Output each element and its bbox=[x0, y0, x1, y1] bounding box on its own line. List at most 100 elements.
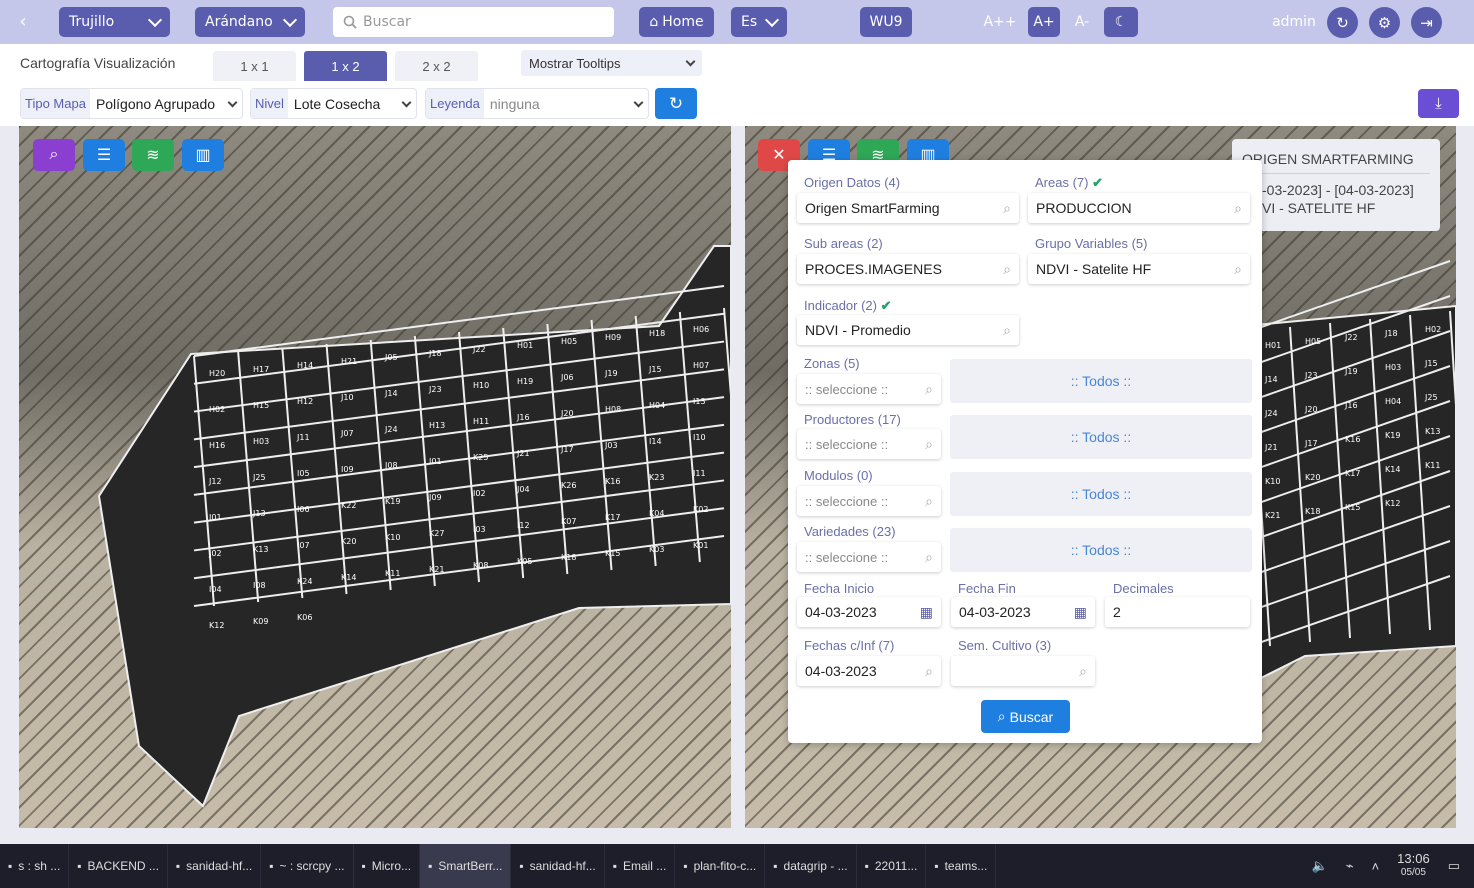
wu-badge[interactable]: WU9 bbox=[860, 7, 912, 37]
plot-label: K26 bbox=[561, 481, 576, 490]
tooltips-select[interactable]: Mostrar Tooltips bbox=[521, 50, 702, 76]
search-icon bbox=[343, 15, 357, 29]
search-icon: ⌕ bbox=[925, 548, 933, 565]
producers-input[interactable]: :: seleccione :: ⌕ bbox=[797, 429, 941, 459]
refresh-map-button[interactable]: ↻ bbox=[655, 88, 697, 119]
city-select[interactable]: Trujillo bbox=[59, 7, 170, 37]
origin-value: Origen SmartFarming bbox=[805, 200, 940, 216]
origin-label: Origen Datos (4) bbox=[804, 175, 901, 190]
dates-info-value: 04-03-2023 bbox=[805, 663, 877, 679]
start-date-input[interactable]: 04-03-2023 ▦ bbox=[797, 597, 941, 627]
variable-group-input[interactable]: NDVI - Satelite HF ⌕ bbox=[1028, 254, 1250, 284]
taskbar-item[interactable]: ▪ datagrip - ... bbox=[765, 844, 857, 888]
font-xl-label: A++ bbox=[983, 14, 1017, 30]
end-date-label: Fecha Fin bbox=[958, 581, 1016, 596]
plot-label: J11 bbox=[296, 433, 310, 442]
end-date-input[interactable]: 04-03-2023 ▦ bbox=[951, 597, 1095, 627]
dates-info-input[interactable]: 04-03-2023 ⌕ bbox=[797, 656, 941, 686]
back-button[interactable]: ‹ bbox=[8, 6, 38, 36]
taskbar-item[interactable]: ▪ teams... bbox=[926, 844, 997, 888]
legend-select[interactable]: Leyenda ninguna bbox=[425, 88, 649, 119]
font-size-xl-button[interactable]: A++ bbox=[982, 7, 1018, 37]
plot-label: J17 bbox=[560, 445, 574, 454]
zones-input[interactable]: :: seleccione :: ⌕ bbox=[797, 374, 941, 404]
theme-toggle-button[interactable]: ☾ bbox=[1104, 7, 1138, 37]
plot-label: J05 bbox=[384, 353, 398, 362]
clock[interactable]: 13:06 05/05 bbox=[1397, 852, 1430, 879]
origin-input[interactable]: Origen SmartFarming ⌕ bbox=[797, 193, 1019, 223]
map-left[interactable]: H20 H17 H14 H21 J05 J18 J22 H01 H05 H09 H18 H06 H02 H… bbox=[19, 126, 731, 828]
volume-icon[interactable]: 🔈 bbox=[1312, 858, 1328, 874]
app-icon: ▪ bbox=[864, 859, 869, 873]
map-chart-button[interactable]: ▥ bbox=[182, 139, 224, 171]
filter-panel: Origen Datos (4) Origen SmartFarming ⌕ Ar… bbox=[788, 160, 1262, 743]
taskbar-item[interactable]: ▪ BACKEND ... bbox=[69, 844, 168, 888]
font-size-down-button[interactable]: A- bbox=[1066, 7, 1098, 37]
map-search-button[interactable]: ⌕ bbox=[33, 139, 75, 171]
plot-label: K20 bbox=[341, 537, 356, 546]
language-select[interactable]: Es bbox=[731, 7, 787, 37]
map-layers-button[interactable]: ≋ bbox=[132, 139, 174, 171]
download-button[interactable]: ⤓ bbox=[1418, 89, 1459, 118]
font-size-up-button[interactable]: A+ bbox=[1028, 7, 1060, 37]
clock-date: 05/05 bbox=[1400, 867, 1426, 878]
download-icon: ⤓ bbox=[1435, 95, 1442, 112]
taskbar-item-label: 22011... bbox=[874, 859, 918, 873]
refresh-icon: ↻ bbox=[1336, 14, 1349, 32]
search-input[interactable]: Buscar bbox=[333, 7, 614, 37]
modules-all-button[interactable]: :: Todos :: bbox=[950, 472, 1252, 516]
taskbar-item[interactable]: ▪ plan-fito-c... bbox=[675, 844, 766, 888]
tab-1x1-label: 1 x 1 bbox=[240, 58, 269, 74]
app-icon: ▪ bbox=[683, 859, 688, 873]
plot-label: J02 bbox=[208, 549, 222, 558]
plot-label: H12 bbox=[297, 397, 313, 406]
taskbar-item[interactable]: ▪ sanidad-hf... bbox=[168, 844, 262, 888]
plot-label: J08 bbox=[384, 461, 398, 470]
plot-label: J06 bbox=[560, 373, 574, 382]
indicator-input[interactable]: NDVI - Promedio ⌕ bbox=[797, 315, 1019, 345]
taskbar-item[interactable]: ▪ sanidad-hf... bbox=[511, 844, 605, 888]
taskbar-item-label: datagrip - ... bbox=[783, 859, 848, 873]
map-type-select[interactable]: Tipo Mapa Polígono Agrupado bbox=[20, 88, 243, 119]
crop-week-input[interactable]: ⌕ bbox=[951, 656, 1095, 686]
areas-input[interactable]: PRODUCCION ⌕ bbox=[1028, 193, 1250, 223]
map-list-button[interactable]: ☰ bbox=[83, 139, 125, 171]
tab-2x2[interactable]: 2 x 2 bbox=[395, 51, 478, 81]
settings-button[interactable]: ⚙ bbox=[1369, 7, 1400, 38]
taskbar-item[interactable]: ▪ SmartBerr... bbox=[420, 844, 512, 888]
plot-label: J23 bbox=[428, 385, 442, 394]
taskbar-item[interactable]: ▪ Email ... bbox=[605, 844, 676, 888]
tab-1x2[interactable]: 1 x 2 bbox=[304, 51, 387, 81]
subareas-input[interactable]: PROCES.IMAGENES ⌕ bbox=[797, 254, 1019, 284]
chevron-down-icon bbox=[227, 97, 238, 107]
show-desktop-icon[interactable]: ▭ bbox=[1448, 858, 1460, 874]
map-type-label: Tipo Mapa bbox=[21, 89, 90, 118]
taskbar-item[interactable]: ▪ 22011... bbox=[857, 844, 927, 888]
wu-label: WU9 bbox=[869, 14, 903, 30]
zones-all-button[interactable]: :: Todos :: bbox=[950, 359, 1252, 403]
taskbar-item[interactable]: ▪ ~ : scrcpy ... bbox=[261, 844, 354, 888]
decimals-input[interactable]: 2 bbox=[1105, 597, 1250, 627]
network-icon[interactable]: ⌁ bbox=[1346, 858, 1354, 874]
plot-label: I10 bbox=[693, 433, 706, 442]
varieties-all-button[interactable]: :: Todos :: bbox=[950, 528, 1252, 572]
level-select[interactable]: Nivel Lote Cosecha bbox=[250, 88, 417, 119]
plot-label: H02 bbox=[1425, 325, 1441, 334]
plot-label: K12 bbox=[1385, 499, 1400, 508]
producers-all-button[interactable]: :: Todos :: bbox=[950, 415, 1252, 459]
crop-select[interactable]: Arándano bbox=[195, 7, 305, 37]
taskbar-item[interactable]: ▪ s : sh ... bbox=[0, 844, 70, 888]
taskbar-item[interactable]: ▪ Micro... bbox=[354, 844, 421, 888]
plot-label: J10 bbox=[340, 393, 354, 402]
level-label: Nivel bbox=[251, 89, 288, 118]
home-button[interactable]: ⌂ Home bbox=[639, 7, 714, 37]
logout-button[interactable]: ⇥ bbox=[1411, 7, 1442, 38]
chevron-up-icon[interactable]: ˄ bbox=[1372, 859, 1380, 874]
producers-label: Productores (17) bbox=[804, 412, 901, 427]
refresh-button[interactable]: ↻ bbox=[1327, 7, 1358, 38]
search-submit-button[interactable]: ⌕ Buscar bbox=[981, 700, 1070, 733]
plot-label: J25 bbox=[252, 473, 266, 482]
varieties-input[interactable]: :: seleccione :: ⌕ bbox=[797, 542, 941, 572]
modules-input[interactable]: :: seleccione :: ⌕ bbox=[797, 486, 941, 516]
tab-1x1[interactable]: 1 x 1 bbox=[213, 51, 296, 81]
